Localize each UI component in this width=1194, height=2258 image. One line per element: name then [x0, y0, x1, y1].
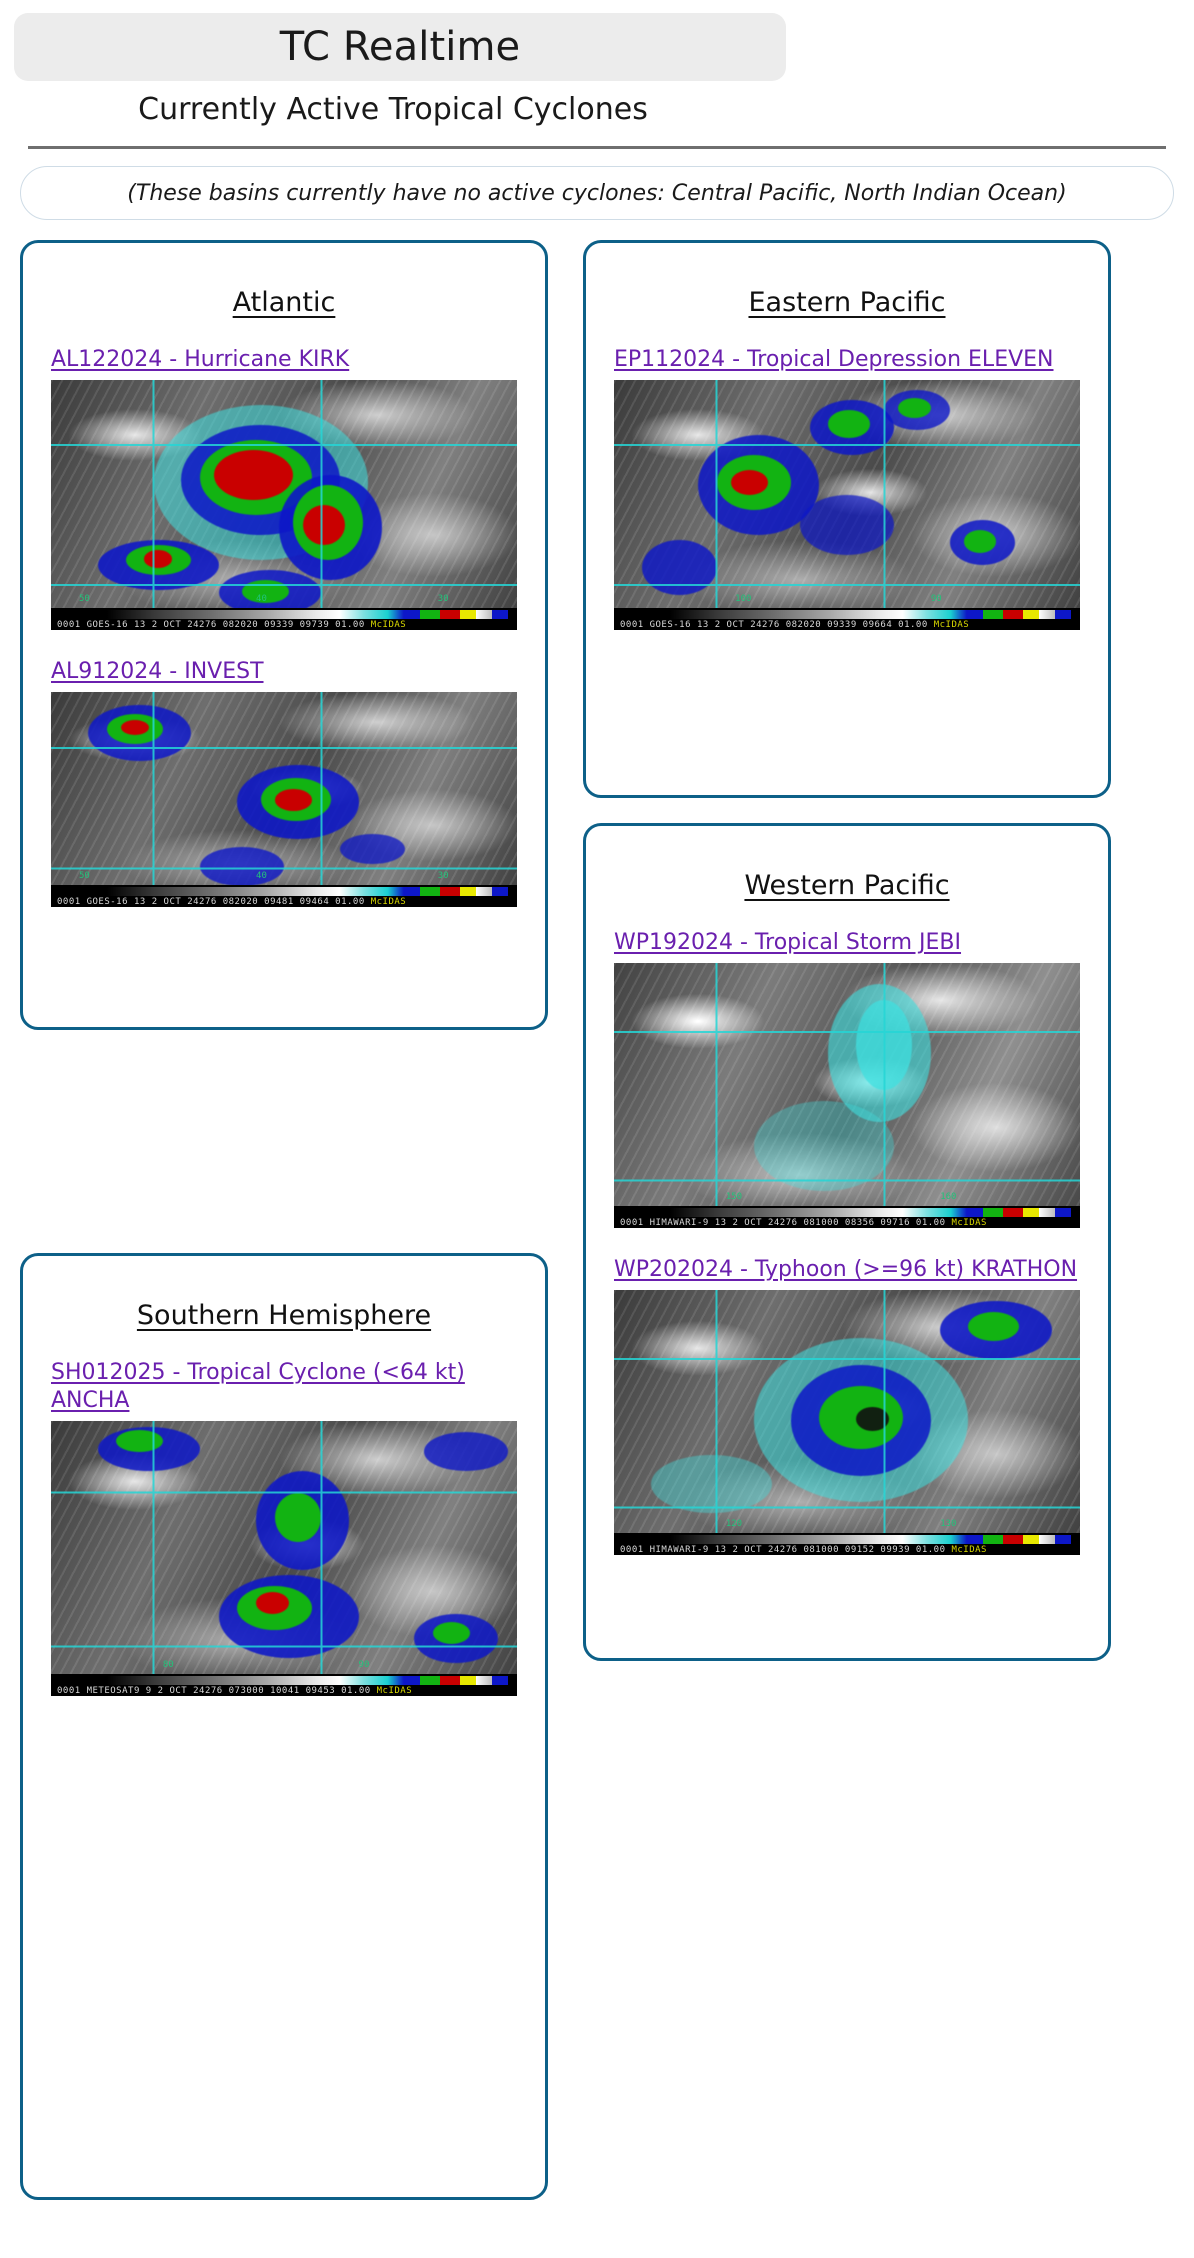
satellite-colorbar: 150 160 0001 HIMAWARI-9 13 2 OCT 24276 0… [614, 1192, 1080, 1229]
basin-title-eastern-pacific: Eastern Pacific [748, 287, 946, 318]
basin-body-southern-hemisphere: SH012025 - Tropical Cyclone (<64 kt) ANC… [23, 1359, 545, 1724]
basin-body-eastern-pacific: EP112024 - Tropical Depression ELEVEN 10… [586, 346, 1108, 658]
storm-link-al912024[interactable]: AL912024 - INVEST [51, 658, 517, 686]
basin-body-atlantic: AL122024 - Hurricane KIRK 50 40 30 0001 … [23, 346, 545, 935]
satellite-colorbar: 120 130 0001 HIMAWARI-9 13 2 OCT 24276 0… [614, 1519, 1080, 1556]
sat-tick: 30 [437, 594, 449, 605]
satellite-image-sh012025[interactable]: 80 90 0001 METEOSAT9 9 2 OCT 24276 07300… [51, 1421, 517, 1697]
header-divider [28, 146, 1166, 149]
sat-caption-text: 0001 GOES-16 13 2 OCT 24276 082020 09339… [620, 620, 928, 631]
inactive-basins-notice: (These basins currently have no active c… [20, 166, 1174, 220]
subtitle-row: Currently Active Tropical Cyclones [0, 95, 786, 125]
satellite-image-wp192024[interactable]: 150 160 0001 HIMAWARI-9 13 2 OCT 24276 0… [614, 963, 1080, 1229]
storm-entry: EP112024 - Tropical Depression ELEVEN 10… [614, 346, 1080, 631]
storm-entry: WP192024 - Tropical Storm JEBI 150 160 0… [614, 929, 1080, 1229]
basin-panel-atlantic: Atlantic AL122024 - Hurricane KIRK 50 40… [20, 240, 548, 1030]
sat-tick: 50 [78, 871, 90, 882]
sat-caption-source: McIDAS [376, 1686, 413, 1697]
satellite-colorbar: 50 40 30 0001 GOES-16 13 2 OCT 24276 082… [51, 871, 517, 908]
sat-caption-text: 0001 HIMAWARI-9 13 2 OCT 24276 081000 09… [620, 1545, 946, 1556]
satellite-colorbar: 80 90 0001 METEOSAT9 9 2 OCT 24276 07300… [51, 1660, 517, 1697]
basin-panel-eastern-pacific: Eastern Pacific EP112024 - Tropical Depr… [583, 240, 1111, 798]
sat-caption-source: McIDAS [951, 1218, 987, 1229]
storm-link-ep112024[interactable]: EP112024 - Tropical Depression ELEVEN [614, 346, 1080, 374]
sat-tick: 150 [725, 1192, 743, 1203]
satellite-image-al122024[interactable]: 50 40 30 0001 GOES-16 13 2 OCT 24276 082… [51, 380, 517, 631]
sat-caption-text: 0001 METEOSAT9 9 2 OCT 24276 073000 1004… [57, 1686, 371, 1697]
sat-tick: 160 [940, 1192, 957, 1203]
satellite-colorbar: 50 40 30 0001 GOES-16 13 2 OCT 24276 082… [51, 594, 517, 631]
sat-tick: 120 [725, 1519, 743, 1530]
satellite-image-ep112024[interactable]: 100 90 0001 GOES-16 13 2 OCT 24276 08202… [614, 380, 1080, 631]
satellite-image-al912024[interactable]: 50 40 30 0001 GOES-16 13 2 OCT 24276 082… [51, 692, 517, 908]
sat-tick: 30 [437, 871, 449, 882]
basin-title-atlantic: Atlantic [232, 287, 336, 318]
satellite-colorbar: 100 90 0001 GOES-16 13 2 OCT 24276 08202… [614, 594, 1080, 631]
basin-title-western-pacific: Western Pacific [744, 870, 950, 901]
sat-caption-source: McIDAS [370, 897, 407, 908]
sat-tick: 50 [78, 594, 90, 605]
inactive-basins-notice-text: (These basins currently have no active c… [127, 180, 1067, 206]
storm-link-wp202024[interactable]: WP202024 - Typhoon (>=96 kt) KRATHON [614, 1256, 1080, 1284]
sat-caption-text: 0001 GOES-16 13 2 OCT 24276 082020 09339… [57, 620, 365, 631]
storm-entry: WP202024 - Typhoon (>=96 kt) KRATHON 120… [614, 1256, 1080, 1556]
basin-title-southern-hemisphere: Southern Hemisphere [136, 1300, 432, 1331]
sat-tick: 100 [735, 594, 752, 605]
satellite-image-wp202024[interactable]: 120 130 0001 HIMAWARI-9 13 2 OCT 24276 0… [614, 1290, 1080, 1556]
storm-link-al122024[interactable]: AL122024 - Hurricane KIRK [51, 346, 517, 374]
sat-caption-source: McIDAS [951, 1545, 987, 1556]
storm-entry: AL912024 - INVEST 50 40 30 0001 GOES-16 … [51, 658, 517, 908]
basin-panel-western-pacific: Western Pacific WP192024 - Tropical Stor… [583, 823, 1111, 1661]
sat-caption-text: 0001 HIMAWARI-9 13 2 OCT 24276 081000 08… [620, 1218, 946, 1229]
basin-panel-grid: Atlantic AL122024 - Hurricane KIRK 50 40… [0, 240, 1194, 2200]
sat-tick: 90 [930, 594, 942, 605]
basin-body-western-pacific: WP192024 - Tropical Storm JEBI 150 160 0… [586, 929, 1108, 1583]
page-subtitle: Currently Active Tropical Cyclones [138, 92, 648, 127]
sat-caption-source: McIDAS [933, 620, 970, 631]
storm-link-wp192024[interactable]: WP192024 - Tropical Storm JEBI [614, 929, 1080, 957]
storm-link-sh012025[interactable]: SH012025 - Tropical Cyclone (<64 kt) ANC… [51, 1359, 517, 1415]
storm-entry: SH012025 - Tropical Cyclone (<64 kt) ANC… [51, 1359, 517, 1697]
sat-tick: 90 [358, 1660, 370, 1671]
page-title: TC Realtime [279, 24, 521, 70]
sat-tick: 40 [256, 871, 267, 882]
sat-caption-source: McIDAS [370, 620, 407, 631]
sat-tick: 130 [940, 1519, 957, 1530]
basin-panel-southern-hemisphere: Southern Hemisphere SH012025 - Tropical … [20, 1253, 548, 2200]
sat-tick: 80 [162, 1660, 174, 1671]
sat-tick: 40 [256, 594, 267, 605]
app-title-banner: TC Realtime [14, 13, 786, 81]
storm-entry: AL122024 - Hurricane KIRK 50 40 30 0001 … [51, 346, 517, 631]
sat-caption-text: 0001 GOES-16 13 2 OCT 24276 082020 09481… [57, 897, 365, 908]
